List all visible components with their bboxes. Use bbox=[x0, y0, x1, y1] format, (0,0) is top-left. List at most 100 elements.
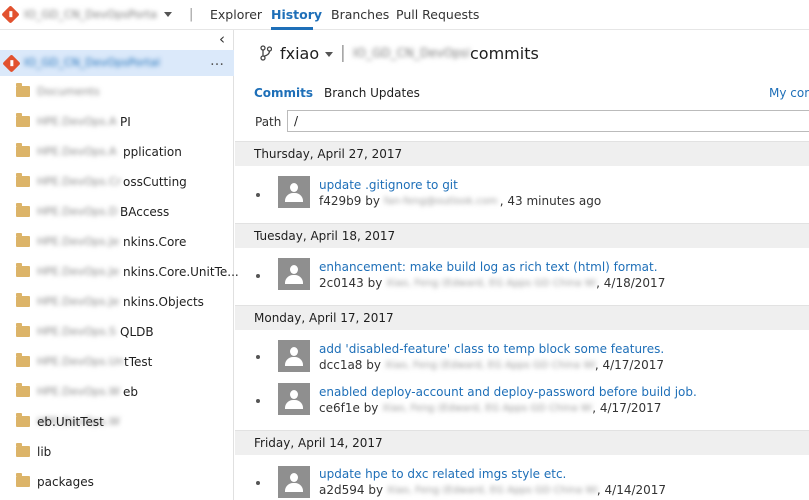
title-separator: | bbox=[340, 43, 346, 63]
commit-hash[interactable]: 2c0143 bbox=[319, 276, 364, 290]
nav-explorer[interactable]: Explorer bbox=[210, 7, 262, 22]
folder-item[interactable]: HPE.DevOps.Je nkins.Core.UnitTe... bbox=[0, 258, 239, 288]
folder-name: Documents bbox=[37, 85, 100, 98]
by-label: by bbox=[365, 194, 380, 208]
folder-icon bbox=[16, 473, 30, 487]
avatar bbox=[278, 258, 310, 290]
folder-name-suffix: tTest bbox=[124, 355, 153, 369]
nav-pull-requests[interactable]: Pull Requests bbox=[396, 7, 479, 22]
commit-hash[interactable]: a2d594 bbox=[319, 483, 365, 497]
bullet-icon bbox=[256, 193, 260, 197]
commit-title-link[interactable]: update hpe to dxc related imgs style etc… bbox=[319, 467, 566, 481]
nav-branches[interactable]: Branches bbox=[331, 7, 389, 22]
commit-time: 43 minutes ago bbox=[507, 194, 602, 208]
date-header: Thursday, April 27, 2017 bbox=[235, 141, 809, 166]
folder-icon bbox=[16, 83, 30, 97]
commit-hash[interactable]: ce6f1e bbox=[319, 401, 360, 415]
by-label: by bbox=[367, 276, 383, 290]
avatar bbox=[278, 466, 310, 498]
commit-meta: 2c0143 by Xiao, Feng (Edward, EG Apps GD… bbox=[319, 276, 666, 290]
folder-name-prefix: HPE.DevOps.D bbox=[37, 205, 118, 218]
folder-item[interactable]: HPE.DevOps.A pplication bbox=[0, 138, 234, 168]
repo-root-item[interactable]: IO_GD_CN_DevOpsPortal … bbox=[0, 50, 234, 76]
folder-item[interactable]: HPE.DevOps.Cr ossCutting bbox=[0, 168, 234, 198]
commit-time: 4/17/2017 bbox=[599, 401, 662, 415]
date-header: Tuesday, April 18, 2017 bbox=[235, 223, 809, 248]
commit-meta: a2d594 by Xiao, Feng (Edward, EG Apps GD… bbox=[319, 483, 667, 497]
commit-meta: ce6f1e by Xiao, Feng (Edward, EG Apps GD… bbox=[319, 401, 662, 415]
folder-icon bbox=[16, 233, 30, 247]
commit-time: 4/18/2017 bbox=[603, 276, 666, 290]
my-commits-link[interactable]: My com bbox=[769, 86, 809, 100]
folder-name-suffix: nkins.Objects bbox=[123, 295, 204, 309]
folder-item[interactable]: HPE.DevOps.A PI bbox=[0, 108, 234, 138]
folder-item-lib[interactable]: lib bbox=[0, 438, 234, 468]
date-label: Tuesday, April 18, 2017 bbox=[254, 229, 396, 243]
folder-item[interactable]: HPE.DevOps.W eb.UnitTest bbox=[0, 408, 234, 438]
avatar bbox=[278, 176, 310, 208]
commit-title-link[interactable]: update .gitignore to git bbox=[319, 178, 458, 192]
date-label: Monday, April 17, 2017 bbox=[254, 311, 394, 325]
commit-meta: f429b9 by fan-feng@outlook.com, 43 minut… bbox=[319, 194, 602, 208]
folder-item[interactable]: HPE.DevOps.Uni tTest bbox=[0, 348, 234, 378]
folder-name: lib bbox=[37, 445, 52, 459]
folder-item[interactable]: HPE.DevOps.Je nkins.Core bbox=[0, 228, 234, 258]
chevron-down-icon[interactable] bbox=[325, 52, 333, 57]
commit-author: Xiao, Feng (Edward, EG Apps GD China WH) bbox=[386, 278, 597, 289]
folder-icon bbox=[16, 353, 30, 367]
chevron-down-icon[interactable] bbox=[164, 12, 172, 17]
commit-author: fan-feng@outlook.com bbox=[383, 196, 498, 207]
folder-icon bbox=[16, 203, 30, 217]
branch-selector[interactable]: fxiao bbox=[280, 44, 319, 63]
commit-title-link[interactable]: add 'disabled-feature' class to temp blo… bbox=[319, 342, 664, 356]
date-header: Friday, April 14, 2017 bbox=[235, 430, 809, 455]
collapse-sidebar-button[interactable]: ‹ bbox=[219, 30, 225, 48]
folder-name-suffix: PI bbox=[120, 115, 131, 129]
tab-commits[interactable]: Commits bbox=[254, 86, 313, 100]
repo-selector[interactable]: IO_GD_CN_DevOpsPortal bbox=[24, 8, 158, 21]
by-label: by bbox=[363, 401, 379, 415]
folder-icon bbox=[16, 173, 30, 187]
folder-icon bbox=[16, 263, 30, 277]
folder-name-prefix: HPE.DevOps.Je bbox=[37, 295, 119, 308]
folder-name-suffix: eb.UnitTest bbox=[37, 415, 104, 429]
folder-item[interactable]: HPE.DevOps.W eb bbox=[0, 378, 234, 408]
commit-hash[interactable]: dcc1a8 bbox=[319, 358, 362, 372]
folder-name-prefix: HPE.DevOps.S bbox=[37, 325, 116, 338]
folder-name-prefix: HPE.DevOps.A bbox=[37, 115, 117, 128]
commit-title-link[interactable]: enhancement: make build log as rich text… bbox=[319, 260, 658, 274]
folder-icon bbox=[16, 323, 30, 337]
folder-item-packages[interactable]: packages bbox=[0, 468, 234, 498]
date-label: Thursday, April 27, 2017 bbox=[254, 147, 403, 161]
by-label: by bbox=[366, 358, 381, 372]
folder-item[interactable]: HPE.DevOps.D BAccess bbox=[0, 198, 234, 228]
folder-icon bbox=[16, 383, 30, 397]
folder-name-suffix: eb bbox=[123, 385, 138, 399]
folder-item[interactable]: HPE.DevOps.S QLDB bbox=[0, 318, 234, 348]
tab-branch-updates[interactable]: Branch Updates bbox=[324, 86, 420, 100]
git-logo-icon bbox=[1, 5, 20, 24]
date-label: Friday, April 14, 2017 bbox=[254, 436, 383, 450]
folder-name-prefix: HPE.DevOps.Je bbox=[37, 235, 119, 248]
folder-name: packages bbox=[37, 475, 94, 489]
folder-item[interactable]: Documents bbox=[0, 78, 234, 108]
nav-history[interactable]: History bbox=[271, 7, 322, 22]
more-options-button[interactable]: … bbox=[210, 53, 225, 69]
repo-root-name: IO_GD_CN_DevOpsPortal bbox=[24, 56, 161, 69]
folder-item[interactable]: HPE.DevOps.Je nkins.Objects bbox=[0, 288, 234, 318]
folder-name-prefix: HPE.DevOps.W bbox=[37, 385, 120, 398]
top-bar: IO_GD_CN_DevOpsPortal | Explorer History… bbox=[0, 0, 809, 30]
branch-icon bbox=[260, 45, 272, 61]
path-input[interactable] bbox=[287, 110, 809, 132]
folder-name-suffix: nkins.Core.UnitTe... bbox=[123, 265, 239, 279]
folder-name-prefix: HPE.DevOps.Je bbox=[37, 265, 119, 278]
folder-name-prefix: HPE.DevOps.Cr bbox=[37, 175, 122, 188]
folder-icon bbox=[16, 443, 30, 457]
commit-author: Xiao, Feng (Edward, EG Apps GD China WH) bbox=[384, 360, 595, 371]
commit-hash[interactable]: f429b9 bbox=[319, 194, 361, 208]
path-label: Path bbox=[255, 115, 282, 129]
commit-title-link[interactable]: enabled deploy-account and deploy-passwo… bbox=[319, 385, 697, 399]
nav-separator: | bbox=[189, 7, 194, 22]
commit-time: 4/14/2017 bbox=[604, 483, 667, 497]
folder-name-prefix: HPE.DevOps.Uni bbox=[37, 355, 123, 368]
